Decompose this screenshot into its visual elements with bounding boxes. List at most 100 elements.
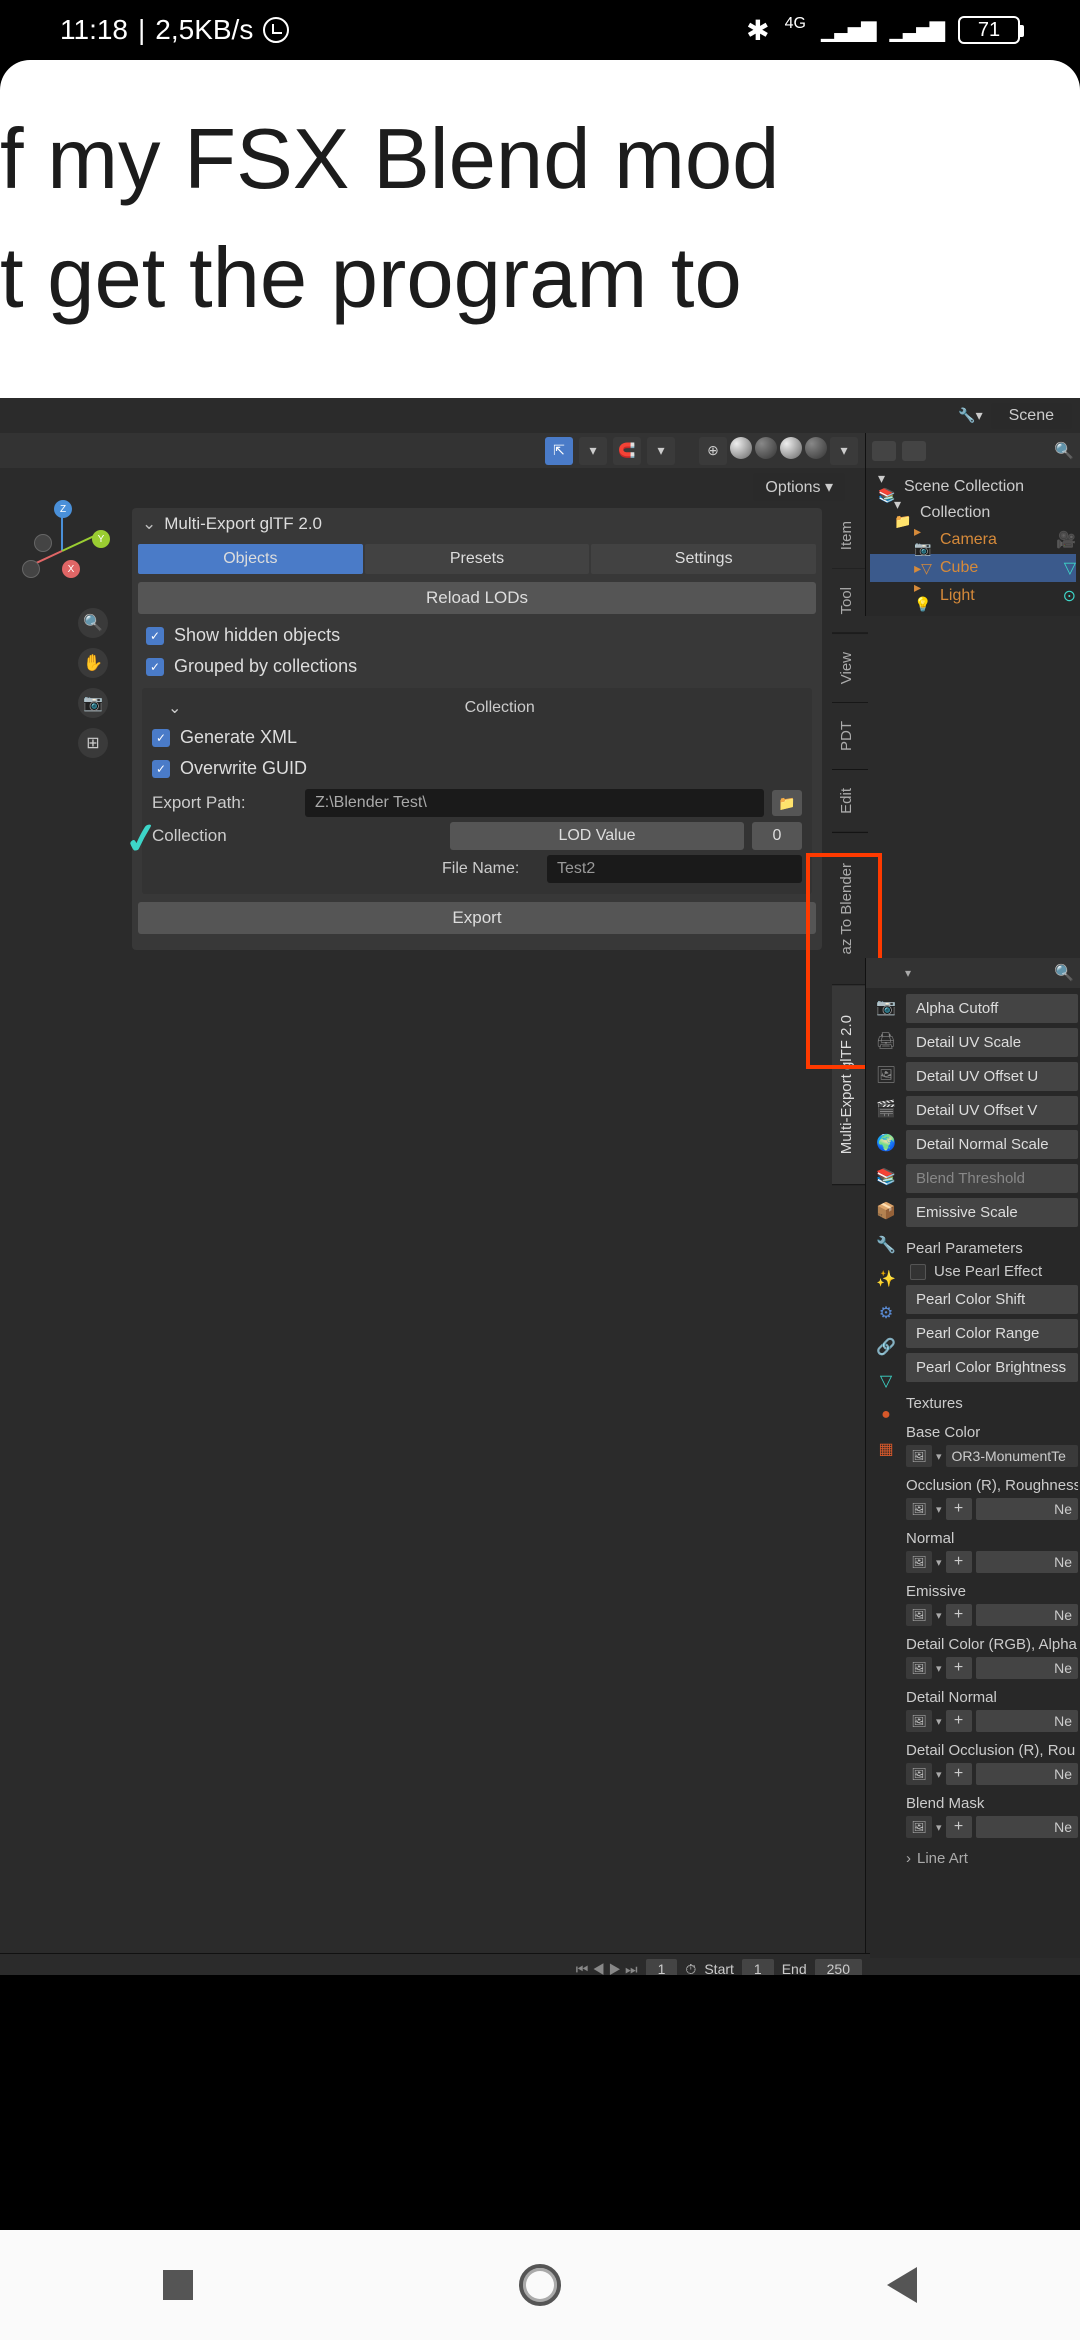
- image-icon[interactable]: 🖼: [906, 1763, 932, 1785]
- world-tab-icon[interactable]: 🌍: [875, 1132, 897, 1154]
- new-button[interactable]: Ne: [976, 1763, 1078, 1785]
- restrict-icon[interactable]: 🎥: [1056, 530, 1076, 550]
- prop-emissive-scale[interactable]: Emissive Scale: [906, 1198, 1078, 1227]
- recent-apps-button[interactable]: [163, 2270, 193, 2300]
- new-button[interactable]: Ne: [976, 1710, 1078, 1732]
- image-icon[interactable]: 🖼: [906, 1657, 932, 1679]
- physics-tab-icon[interactable]: ⚙: [875, 1302, 897, 1324]
- navigation-gizmo[interactable]: Z Y X: [20, 508, 105, 593]
- show-gizmo-icon[interactable]: ⊕: [699, 437, 727, 465]
- show-hidden-checkbox[interactable]: ✓ Show hidden objects: [138, 620, 816, 651]
- shading-sphere[interactable]: [730, 437, 752, 459]
- shading-sphere[interactable]: [805, 437, 827, 459]
- texture-tab-icon[interactable]: ▦: [875, 1438, 897, 1460]
- tab-objects[interactable]: Objects: [138, 544, 363, 574]
- search-icon[interactable]: 🔍: [1054, 441, 1074, 461]
- generate-xml-checkbox[interactable]: ✓ Generate XML: [148, 722, 806, 753]
- view-tab-icon[interactable]: 🖼: [875, 1064, 897, 1086]
- gizmo-neg-y[interactable]: [22, 560, 40, 578]
- shading-dropdown-icon[interactable]: ▾: [830, 437, 858, 465]
- blender-screenshot[interactable]: 🔧▾ Scene ⇱ ▾ 🧲 ▾ ⊕ ▾ Options ▾: [0, 398, 1080, 1975]
- perspective-icon[interactable]: ⊞: [78, 728, 108, 758]
- orientation-icon[interactable]: ⇱: [545, 437, 573, 465]
- new-button[interactable]: Ne: [976, 1498, 1078, 1520]
- grouped-checkbox[interactable]: ✓ Grouped by collections: [138, 651, 816, 682]
- shading-sphere[interactable]: [755, 437, 777, 459]
- object-tab-icon[interactable]: 📦: [875, 1200, 897, 1222]
- render-tab-icon[interactable]: 📷: [875, 996, 897, 1018]
- new-button[interactable]: Ne: [976, 1657, 1078, 1679]
- add-texture-button[interactable]: +: [946, 1657, 972, 1679]
- play-controls-icon[interactable]: ⏮ ◀ ▶ ⏭: [576, 1961, 638, 1976]
- search-icon[interactable]: 🔍: [1054, 963, 1074, 983]
- shading-sphere[interactable]: [780, 437, 802, 459]
- home-button[interactable]: [519, 2264, 561, 2306]
- new-button[interactable]: Ne: [976, 1816, 1078, 1838]
- start-frame[interactable]: 1: [742, 1959, 774, 1975]
- add-texture-button[interactable]: +: [946, 1604, 972, 1626]
- tab-settings[interactable]: Settings: [591, 544, 816, 574]
- add-texture-button[interactable]: +: [946, 1551, 972, 1573]
- tab-pdt[interactable]: PDT: [832, 703, 868, 770]
- image-icon[interactable]: 🖼: [906, 1604, 932, 1626]
- new-button[interactable]: Ne: [976, 1604, 1078, 1626]
- subpanel-header[interactable]: ⌄ Collection: [148, 694, 806, 722]
- outliner-light[interactable]: ▸💡 Light ⊙: [870, 582, 1076, 610]
- proportional-icon[interactable]: ▾: [647, 437, 675, 465]
- snap-icon[interactable]: 🧲: [613, 437, 641, 465]
- options-button[interactable]: Options ▾: [753, 473, 845, 501]
- image-icon[interactable]: 🖼: [906, 1445, 932, 1467]
- end-frame[interactable]: 250: [815, 1959, 862, 1975]
- tab-edit[interactable]: Edit: [832, 770, 868, 833]
- prop-pearl-shift[interactable]: Pearl Color Shift: [906, 1285, 1078, 1314]
- export-path-input[interactable]: Z:\Blender Test\: [305, 789, 764, 817]
- reload-lods-button[interactable]: Reload LODs: [138, 582, 816, 614]
- prop-pearl-brightness[interactable]: Pearl Color Brightness: [906, 1353, 1078, 1382]
- prop-pearl-range[interactable]: Pearl Color Range: [906, 1319, 1078, 1348]
- data-tab-icon[interactable]: ▽: [875, 1370, 897, 1392]
- image-icon[interactable]: 🖼: [906, 1816, 932, 1838]
- prop-blend-threshold[interactable]: Blend Threshold: [906, 1164, 1078, 1193]
- section-line-art[interactable]: › Line Art: [906, 1842, 1078, 1867]
- prop-detail-uv-offset-u[interactable]: Detail UV Offset U: [906, 1062, 1078, 1091]
- scene-name[interactable]: Scene: [991, 403, 1072, 429]
- editor-type-icon[interactable]: [872, 441, 896, 461]
- pivot-icon[interactable]: 🔧▾: [958, 407, 982, 424]
- zoom-icon[interactable]: 🔍: [78, 608, 108, 638]
- restrict-icon[interactable]: ⊙: [1063, 586, 1076, 606]
- folder-browse-icon[interactable]: 📁: [772, 790, 802, 816]
- scene-tab-icon[interactable]: 🎬: [875, 1098, 897, 1120]
- tex-base-color-name[interactable]: OR3-MonumentTe: [946, 1445, 1078, 1467]
- collection-tab-icon[interactable]: 📚: [875, 1166, 897, 1188]
- add-texture-button[interactable]: +: [946, 1763, 972, 1785]
- chevron-icon[interactable]: ▾: [905, 966, 911, 980]
- pan-icon[interactable]: ✋: [78, 648, 108, 678]
- tab-view[interactable]: View: [832, 634, 868, 703]
- prop-detail-uv-offset-v[interactable]: Detail UV Offset V: [906, 1096, 1078, 1125]
- tab-item[interactable]: Item: [832, 503, 868, 569]
- prop-detail-normal-scale[interactable]: Detail Normal Scale: [906, 1130, 1078, 1159]
- current-frame[interactable]: 1: [646, 1959, 678, 1975]
- prop-detail-uv-scale[interactable]: Detail UV Scale: [906, 1028, 1078, 1057]
- output-tab-icon[interactable]: 🖨: [875, 1030, 897, 1052]
- auto-key-icon[interactable]: ⏱: [685, 1961, 696, 1976]
- mode-icon[interactable]: ▾: [579, 437, 607, 465]
- filename-input[interactable]: Test2: [547, 855, 802, 883]
- outliner-collection[interactable]: ▾📁 Collection: [870, 500, 1076, 526]
- constraint-tab-icon[interactable]: 🔗: [875, 1336, 897, 1358]
- lod-value-label[interactable]: LOD Value: [450, 822, 744, 850]
- add-texture-button[interactable]: +: [946, 1498, 972, 1520]
- tab-presets[interactable]: Presets: [365, 544, 590, 574]
- material-tab-icon[interactable]: ●: [875, 1404, 897, 1426]
- new-button[interactable]: Ne: [976, 1551, 1078, 1573]
- restrict-icon[interactable]: ▽: [1064, 558, 1076, 578]
- image-icon[interactable]: 🖼: [906, 1498, 932, 1520]
- gizmo-neg-x[interactable]: [34, 534, 52, 552]
- camera-icon[interactable]: 📷: [78, 688, 108, 718]
- image-icon[interactable]: 🖼: [906, 1710, 932, 1732]
- overwrite-guid-checkbox[interactable]: ✓ Overwrite GUID: [148, 753, 806, 784]
- outliner-camera[interactable]: ▸📷 Camera 🎥: [870, 526, 1076, 554]
- add-texture-button[interactable]: +: [946, 1710, 972, 1732]
- panel-chevron-icon[interactable]: ⌄: [142, 514, 156, 534]
- collection-item[interactable]: ✓ Collection: [152, 826, 442, 846]
